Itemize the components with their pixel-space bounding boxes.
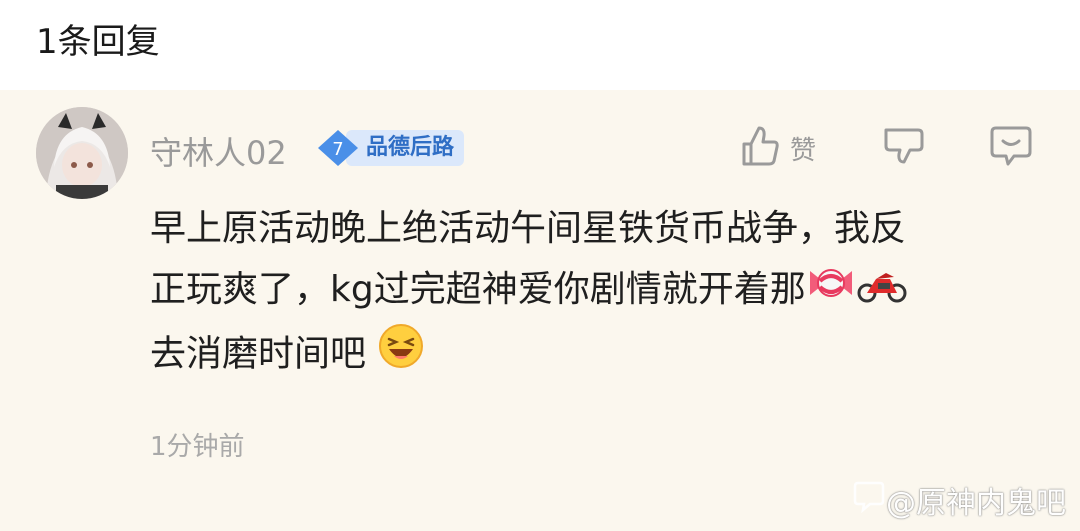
post-time: 1分钟前 bbox=[150, 432, 245, 462]
laughing-face-icon bbox=[377, 322, 425, 389]
comment-line-2: 正玩爽了，kg过完超神爱你剧情就开着那 bbox=[150, 259, 1050, 322]
reply-button[interactable] bbox=[988, 124, 1034, 172]
comment-line-3: 去消磨时间吧 bbox=[150, 322, 1050, 389]
comment-text: 早上原活动晚上绝活动午间星铁货币战争，我反 正玩爽了，kg过完超神爱你剧情就开着… bbox=[150, 198, 1050, 389]
watermark-text: @原神内鬼吧 bbox=[886, 486, 1066, 521]
level-badge-group: 7 品德后路 bbox=[316, 128, 465, 168]
watermark: @原神内鬼吧 bbox=[852, 478, 1066, 522]
comment-card[interactable]: 守林人02 7 品德后路 赞 早上原活动晚上绝活动午间星铁货币战争，我反 正玩爽… bbox=[0, 90, 1080, 531]
avatar[interactable] bbox=[36, 107, 128, 199]
comment-line-1: 早上原活动晚上绝活动午间星铁货币战争，我反 bbox=[150, 208, 907, 249]
username[interactable]: 守林人02 bbox=[150, 128, 287, 174]
tieba-logo-icon bbox=[852, 479, 886, 521]
motorcycle-icon bbox=[856, 261, 908, 322]
candy-icon bbox=[806, 261, 856, 322]
like-label: 赞 bbox=[790, 135, 817, 166]
comment-bubble-icon bbox=[988, 124, 1034, 172]
level-title: 品德后路 bbox=[346, 130, 465, 166]
thumbs-up-icon bbox=[740, 124, 780, 172]
level-number: 7 bbox=[332, 139, 343, 160]
dislike-button[interactable] bbox=[882, 124, 926, 172]
reply-header: 1条回复 bbox=[0, 0, 1080, 90]
level-diamond-icon: 7 bbox=[316, 128, 360, 168]
like-button[interactable]: 赞 bbox=[740, 124, 816, 172]
thumbs-down-icon bbox=[882, 124, 926, 172]
reply-count: 1条回复 bbox=[36, 22, 160, 62]
